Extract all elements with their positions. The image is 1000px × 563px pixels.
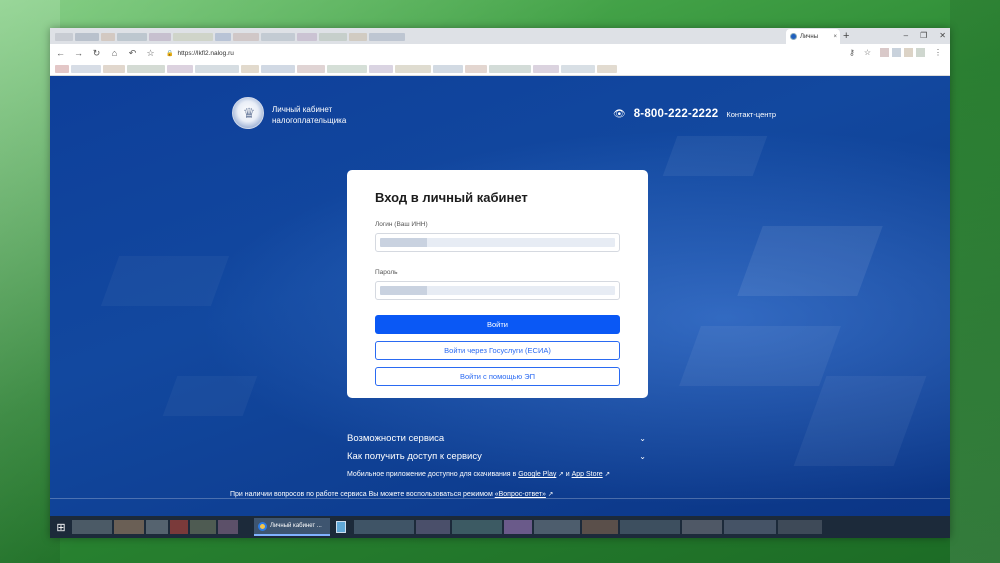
calculator-app-icon[interactable] <box>336 521 346 533</box>
close-window-button[interactable]: ✕ <box>939 29 946 43</box>
access-label: Как получить доступ к сервису <box>347 451 482 462</box>
submit-button[interactable]: Войти <box>375 315 620 334</box>
tab-strip: Личны × + – ❐ ✕ <box>50 28 950 44</box>
access-accordion[interactable]: Как получить доступ к сервису ⌄ <box>347 451 648 462</box>
undo-icon[interactable]: ↶ <box>128 48 137 58</box>
ep-login-button[interactable]: Войти с помощью ЭП <box>375 367 620 386</box>
chevron-down-icon: ⌄ <box>639 452 646 461</box>
chevron-down-icon: ⌄ <box>639 434 646 443</box>
forward-icon[interactable]: → <box>74 48 83 58</box>
features-label: Возможности сервиса <box>347 433 445 444</box>
hotline: 👁 8-800-222-2222 Контакт-центр <box>613 108 776 120</box>
password-label: Пароль <box>375 269 398 276</box>
tab-title: Личны <box>800 33 819 40</box>
login-input[interactable] <box>375 233 620 252</box>
visually-impaired-icon[interactable]: 👁 <box>613 109 626 120</box>
redacted-value <box>380 286 615 295</box>
browser-window: Личны × + – ❐ ✕ ← → ↻ ⌂ ↶ ☆ 🔒 https://lk… <box>50 28 950 538</box>
home-icon[interactable]: ⌂ <box>110 48 119 58</box>
menu-icon[interactable]: ⋮ <box>934 48 942 57</box>
features-accordion[interactable]: Возможности сервиса ⌄ <box>347 433 648 444</box>
login-label: Логин (Ваш ИНН) <box>375 221 428 228</box>
bookmark-star-icon[interactable]: ☆ <box>864 48 871 57</box>
faq-link[interactable]: «Вопрос-ответ» <box>495 491 546 498</box>
browser-app-icon <box>258 521 267 531</box>
faq-text: При наличии вопросов по работе сервиса В… <box>230 491 495 498</box>
app-store-link[interactable]: App Store <box>572 471 603 478</box>
contact-center-label: Контакт-центр <box>726 109 776 119</box>
external-link-icon: ↗ <box>547 491 554 498</box>
address-bar[interactable]: 🔒 https://lkfl2.nalog.ru <box>166 50 234 57</box>
site-title-line1: Личный кабинет <box>272 105 333 114</box>
windows-start-icon[interactable]: ⊞ <box>50 516 72 538</box>
and-text: и <box>563 471 572 478</box>
faq-note: При наличии вопросов по работе сервиса В… <box>230 490 553 498</box>
login-page: ♛ Личный кабинет налогоплательщика 👁 8-8… <box>50 76 950 516</box>
site-favicon-icon <box>790 33 797 40</box>
google-play-link[interactable]: Google Play <box>518 471 556 478</box>
reload-icon[interactable]: ↻ <box>92 48 101 58</box>
footer-divider <box>50 498 950 499</box>
site-title-line2: налогоплательщика <box>272 116 347 125</box>
redacted-value <box>380 238 615 247</box>
password-input[interactable] <box>375 281 620 300</box>
mobile-app-note: Мобильное приложение доступно для скачив… <box>347 470 610 478</box>
maximize-button[interactable]: ❐ <box>920 29 927 43</box>
star-icon[interactable]: ☆ <box>146 48 155 58</box>
login-title: Вход в личный кабинет <box>375 190 528 205</box>
back-icon[interactable]: ← <box>56 48 65 58</box>
bookmarks-bar <box>50 62 950 76</box>
external-link-icon: ↗ <box>604 471 611 478</box>
key-icon[interactable]: ⚷ <box>849 48 855 57</box>
extension-icons[interactable] <box>880 48 925 57</box>
taskbar-browser-item[interactable]: Личный кабинет ... <box>254 518 330 536</box>
phone-number[interactable]: 8-800-222-2222 <box>634 108 719 120</box>
fns-emblem-logo[interactable]: ♛ <box>232 97 264 129</box>
gosuslugi-login-button[interactable]: Войти через Госуслуги (ЕСИА) <box>375 341 620 360</box>
mobile-note-text: Мобильное приложение доступно для скачив… <box>347 471 519 478</box>
taskbar-item-label: Личный кабинет ... <box>270 523 322 529</box>
minimize-button[interactable]: – <box>904 29 908 43</box>
site-title[interactable]: Личный кабинет налогоплательщика <box>272 104 346 126</box>
lock-icon: 🔒 <box>166 50 174 57</box>
tab-active[interactable]: Личны × <box>786 29 840 44</box>
url-text: https://lkfl2.nalog.ru <box>177 49 234 57</box>
windows-taskbar: ⊞ Личный кабинет ... <box>50 516 950 538</box>
login-card: Вход в личный кабинет Логин (Ваш ИНН) Па… <box>347 170 648 398</box>
eagle-icon: ♛ <box>242 105 256 121</box>
tab-close-icon[interactable]: × <box>833 34 837 40</box>
new-tab-button[interactable]: + <box>843 29 849 43</box>
browser-toolbar: ← → ↻ ⌂ ↶ ☆ 🔒 https://lkfl2.nalog.ru ⚷ ☆… <box>50 44 950 62</box>
